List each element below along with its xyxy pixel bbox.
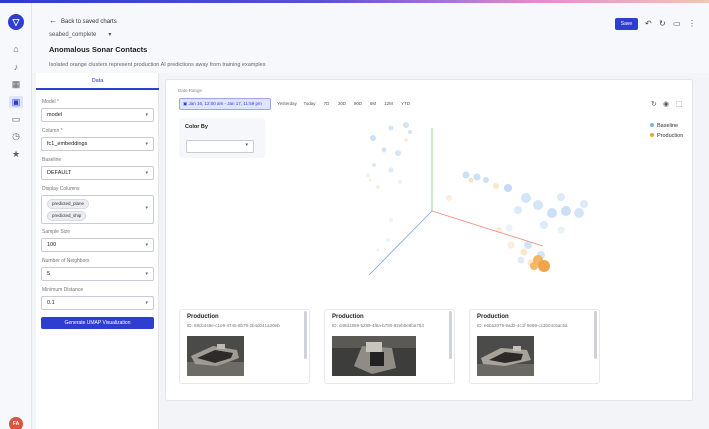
star-icon[interactable]: ★ xyxy=(9,148,23,160)
model-select[interactable]: model ▾ xyxy=(41,108,154,122)
sample-size-value: 100 xyxy=(47,242,57,248)
column-select[interactable]: fc1_embeddings ▾ xyxy=(41,137,154,151)
color-by-control: Color By ▾ xyxy=(179,118,265,158)
quick-date-90d[interactable]: 90D xyxy=(351,98,365,110)
legend-dot xyxy=(650,133,654,137)
app-logo-icon[interactable]: ▽ xyxy=(8,14,24,30)
dropdown-arrow-icon: ▾ xyxy=(145,170,148,176)
folder-icon[interactable]: ▭ xyxy=(9,113,23,125)
neighbors-value: 5 xyxy=(47,271,51,277)
card-title: Production xyxy=(187,314,219,320)
page-title: Anomalous Sonar Contacts xyxy=(49,45,148,54)
page-subtitle: Isolated orange clusters represent produ… xyxy=(49,62,266,68)
card-scrollbar[interactable] xyxy=(304,311,307,359)
refresh-icon[interactable]: ↻ xyxy=(659,18,666,30)
dropdown-arrow-icon: ▾ xyxy=(145,141,148,147)
card-scrollbar[interactable] xyxy=(449,311,452,359)
quick-date-7d[interactable]: 7D xyxy=(320,98,333,110)
quick-date-yesterday[interactable]: Yesterday xyxy=(275,98,299,110)
app-rail: ▽ ⌂ ♪ ▦ ▣ ▭ ◷ ★ FA xyxy=(0,3,32,429)
dashboard-icon[interactable]: ▦ xyxy=(9,78,23,90)
neighbors-select[interactable]: 5 ▾ xyxy=(41,267,154,281)
min-distance-label: Minimum Distance xyxy=(42,287,84,293)
umap-axes xyxy=(368,128,544,276)
legend-production[interactable]: Production xyxy=(650,133,683,139)
production-points xyxy=(368,138,550,272)
quick-date-ytd[interactable]: YTD xyxy=(398,98,413,110)
model-value: model xyxy=(47,112,62,118)
sample-card[interactable]: Production ID: e6ba2079-9ad2-4c1f-9e89-c… xyxy=(469,309,600,384)
baseline-value: DEFAULT xyxy=(47,170,72,176)
dropdown-arrow-icon: ▾ xyxy=(245,142,248,148)
model-label: Model * xyxy=(42,99,59,105)
card-id: ID: 59cb449e-c1e9-4745-8b79-2b4d041a20eb xyxy=(187,323,280,328)
sample-size-select[interactable]: 100 ▾ xyxy=(41,238,154,252)
dropdown-arrow-icon: ▾ xyxy=(145,205,148,211)
undo-icon[interactable]: ↶ xyxy=(645,18,652,30)
quick-date-6m[interactable]: 6M xyxy=(367,98,379,110)
dropdown-arrow-icon: ▾ xyxy=(145,271,148,277)
sonar-image xyxy=(477,336,534,376)
user-avatar[interactable]: FA xyxy=(9,417,23,429)
visualization-card: Date Range ▣ Jan 16, 12:00 am - Jan 17, … xyxy=(165,79,693,401)
display-columns-select[interactable]: predicted_plane predicted_ship ▾ xyxy=(41,195,154,224)
sample-card[interactable]: Production ID: 59cb449e-c1e9-4745-8b79-2… xyxy=(179,309,310,384)
reset-view-icon[interactable]: ↻ xyxy=(651,100,657,108)
fullscreen-icon[interactable]: ▭ xyxy=(673,18,681,30)
chart-icon[interactable]: ▣ xyxy=(9,96,23,108)
neighbors-label: Number of Neighbors xyxy=(42,258,90,264)
dropdown-arrow-icon: ▾ xyxy=(145,112,148,118)
baseline-select[interactable]: DEFAULT ▾ xyxy=(41,166,154,180)
bell-icon[interactable]: ♪ xyxy=(9,61,23,73)
back-link[interactable]: ← Back to saved charts xyxy=(49,16,117,25)
chart-selector-value: seabed_complete xyxy=(49,32,97,38)
config-panel: Data Model * model ▾ Column * fc1_embeddi… xyxy=(36,73,159,429)
dropdown-arrow-icon: ▾ xyxy=(145,242,148,248)
card-title: Production xyxy=(332,314,364,320)
more-options-icon[interactable]: ⋮ xyxy=(688,18,696,30)
baseline-label: Baseline xyxy=(42,157,62,163)
chip-predicted-ship[interactable]: predicted_ship xyxy=(47,211,87,221)
color-by-select[interactable]: ▾ xyxy=(186,140,254,153)
clock-icon[interactable]: ◷ xyxy=(9,130,23,142)
card-id: ID: d48d1869-5289-4f6a-b780-92eb0e8ba754 xyxy=(332,323,424,328)
sonar-image xyxy=(187,336,244,376)
page-header: ← Back to saved charts seabed_complete ▾ A… xyxy=(32,3,709,73)
date-range-value: Jan 16, 12:00 am - Jan 17, 11:59 pm xyxy=(188,101,262,106)
column-label: Column * xyxy=(42,128,63,134)
home-icon[interactable]: ⌂ xyxy=(9,43,23,55)
card-title: Production xyxy=(477,314,509,320)
legend-baseline[interactable]: Baseline xyxy=(650,123,678,129)
tab-data[interactable]: Data xyxy=(36,73,159,90)
expand-icon[interactable]: ⬚ xyxy=(676,100,683,108)
card-scrollbar[interactable] xyxy=(594,311,597,359)
save-button[interactable]: Save xyxy=(615,18,638,30)
baseline-points xyxy=(366,122,588,264)
quick-date-today[interactable]: Today xyxy=(301,98,318,110)
chart-selector[interactable]: seabed_complete ▾ xyxy=(49,31,111,38)
color-by-label: Color By xyxy=(185,124,208,130)
dropdown-arrow-icon: ▾ xyxy=(145,300,148,306)
chevron-down-icon: ▾ xyxy=(108,32,112,38)
sonar-image xyxy=(332,336,416,376)
quick-date-30d[interactable]: 30D xyxy=(335,98,349,110)
date-range-picker[interactable]: ▣ Jan 16, 12:00 am - Jan 17, 11:59 pm xyxy=(179,98,271,110)
legend-baseline-label: Baseline xyxy=(657,123,679,129)
column-value: fc1_embeddings xyxy=(47,141,88,147)
eye-icon[interactable]: ◉ xyxy=(663,100,669,108)
sample-size-label: Sample Size xyxy=(42,229,71,235)
arrow-left-icon: ← xyxy=(49,16,57,25)
min-distance-value: 0.1 xyxy=(47,300,55,306)
sample-card[interactable]: Production ID: d48d1869-5289-4f6a-b780-9… xyxy=(324,309,455,384)
min-distance-select[interactable]: 0.1 ▾ xyxy=(41,296,154,310)
back-label: Back to saved charts xyxy=(61,19,117,25)
legend-production-label: Production xyxy=(657,133,684,139)
display-columns-label: Display Columns xyxy=(42,186,80,192)
generate-umap-button[interactable]: Generate UMAP Visualization xyxy=(41,317,154,329)
date-range-label: Date Range xyxy=(178,88,203,93)
quick-date-12m[interactable]: 12M xyxy=(381,98,396,110)
card-id: ID: e6ba2079-9ad2-4c1f-9e89-cc3b04c6ac5a xyxy=(477,323,568,328)
legend-dot xyxy=(650,123,654,127)
chip-predicted-plane[interactable]: predicted_plane xyxy=(47,199,90,209)
